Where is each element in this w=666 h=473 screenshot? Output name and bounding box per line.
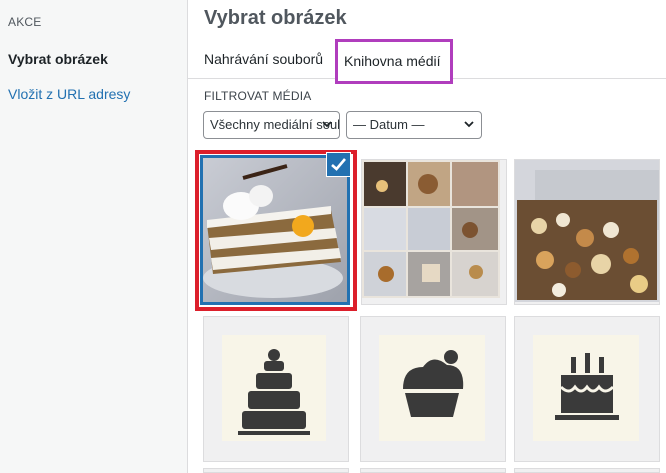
filter-media-label: FILTROVAT MÉDIA — [204, 89, 312, 103]
sidebar-section-title: AKCE — [8, 15, 42, 29]
cupcake-icon — [379, 335, 485, 441]
media-sidebar: AKCE Vybrat obrázek Vložit z URL adresy — [0, 0, 188, 473]
media-item-partial[interactable] — [203, 468, 349, 473]
chevron-down-icon — [322, 121, 332, 128]
media-item-cupcake[interactable] — [360, 316, 506, 462]
media-modal: AKCE Vybrat obrázek Vložit z URL adresy … — [0, 0, 666, 473]
birthday-cake-icon — [533, 335, 639, 441]
tab-media-library-label: Knihovna médií — [344, 53, 441, 69]
selected-check-icon[interactable] — [326, 152, 351, 177]
chevron-down-icon — [464, 121, 474, 128]
sidebar-item-select-image[interactable]: Vybrat obrázek — [8, 51, 108, 67]
date-select[interactable]: — Datum — — [346, 111, 482, 139]
layered-cake-icon — [222, 335, 326, 441]
media-item-layered-cake[interactable] — [203, 316, 349, 462]
carrot-cake-slice-photo — [203, 158, 347, 302]
media-item-partial[interactable] — [360, 468, 506, 473]
page-title: Vybrat obrázek — [204, 7, 347, 29]
media-item-partial[interactable] — [514, 468, 660, 473]
cookie-box-photo — [515, 160, 659, 302]
tab-media-library[interactable]: Knihovna médií — [335, 39, 453, 84]
media-item-birthday-cake[interactable] — [514, 316, 660, 462]
tab-upload-files[interactable]: Nahrávání souborů — [204, 51, 323, 67]
media-type-select[interactable]: Všechny mediální soubory — [203, 111, 340, 139]
checkmark-icon — [331, 158, 346, 171]
media-item-cookie-box[interactable] — [514, 159, 660, 305]
pastry-collage-photo — [362, 160, 500, 298]
media-item-pastry-collage[interactable] — [361, 159, 507, 305]
date-select-value: — Datum — — [353, 117, 425, 132]
sidebar-item-insert-from-url[interactable]: Vložit z URL adresy — [8, 86, 130, 102]
